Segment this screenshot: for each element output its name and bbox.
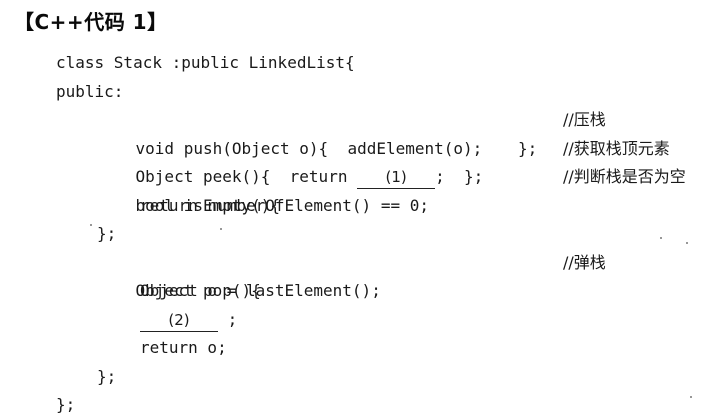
code-block: class Stack :public LinkedList{ public: …	[0, 49, 728, 420]
code-text: return o;	[140, 338, 227, 357]
fill-in-blank: (2)	[140, 309, 218, 332]
code-line: void push(Object o){ addElement(o);}; //…	[0, 106, 728, 158]
code-text: return numberOfElement() == 0;	[140, 195, 429, 215]
code-text: Object o = lastElement();	[140, 281, 381, 300]
code-comment: //弹栈	[563, 252, 606, 272]
code-line: };	[0, 220, 728, 249]
scan-speck	[90, 224, 92, 226]
code-comment: //压栈	[563, 110, 606, 129]
code-line: return numberOfElement() == 0;	[0, 192, 728, 221]
code-comment: //判断栈是否为空	[563, 167, 686, 186]
scan-speck	[660, 237, 662, 239]
code-line: bool isEmpty(){ //判断栈是否为空	[0, 163, 728, 215]
code-line: };	[0, 391, 728, 420]
code-line: Object o = lastElement();	[0, 277, 728, 306]
code-line: (2) ;	[0, 306, 728, 335]
code-line: Object pop(){ //弹栈	[0, 249, 728, 301]
code-line: };	[0, 363, 728, 392]
code-text: };	[97, 224, 117, 243]
scan-speck	[690, 396, 692, 398]
code-text: class Stack :public LinkedList{	[56, 53, 355, 72]
code-text: };	[56, 395, 76, 414]
code-heading: 【C++代码 1】	[14, 10, 168, 34]
code-line: public:	[0, 78, 728, 107]
code-text: };	[97, 366, 117, 386]
code-line: Object peek(){ return (1); }; //获取栈顶元素	[0, 135, 728, 189]
scan-speck	[220, 228, 222, 230]
code-comment: //获取栈顶元素	[563, 138, 670, 158]
code-line: return o;	[0, 334, 728, 363]
scan-speck	[686, 242, 688, 244]
code-text: public:	[56, 81, 124, 101]
code-text: ;	[218, 309, 238, 329]
code-line: class Stack :public LinkedList{	[0, 49, 728, 78]
